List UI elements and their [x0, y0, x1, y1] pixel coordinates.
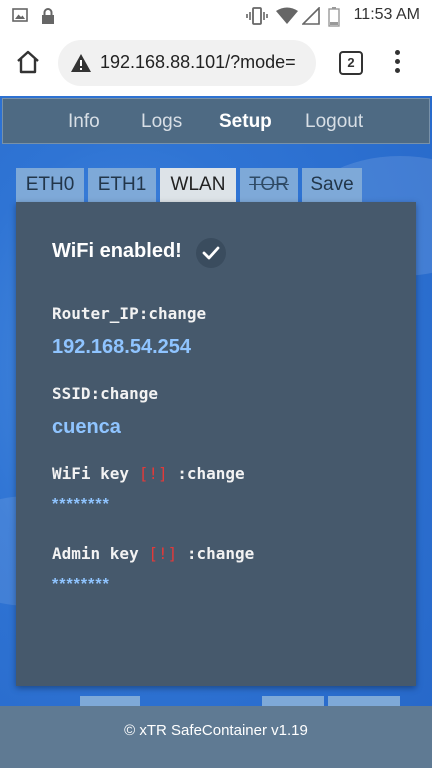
wifi-key-name: WiFi key [52, 464, 139, 483]
admin-key-warning: [!] [148, 544, 178, 563]
nav-setup[interactable]: Setup [219, 111, 272, 133]
home-icon[interactable] [14, 48, 42, 76]
admin-key-change-link[interactable]: :change [177, 544, 254, 563]
tab-eth1[interactable]: ETH1 [88, 168, 156, 202]
admin-key-name: Admin key [52, 544, 149, 563]
url-text[interactable]: 192.168.88.101/?mode= [100, 52, 310, 73]
image-icon [12, 7, 28, 28]
battery-icon [328, 7, 340, 32]
router-ip-value: 192.168.54.254 [52, 336, 192, 358]
overflow-menu-icon[interactable] [391, 50, 403, 76]
router-ip-label: Router_IP:change [52, 304, 206, 323]
save-button[interactable]: Save [302, 168, 362, 202]
ssid-value: cuenca [52, 416, 121, 438]
vibrate-icon [246, 7, 268, 30]
admin-key-label: Admin key [!] :change [52, 544, 254, 563]
tabs-icon[interactable]: 2 [339, 51, 363, 75]
ssid-change-link[interactable]: :change [91, 384, 158, 403]
status-time: 11:53 AM [353, 6, 420, 23]
wifi-key-warning: [!] [138, 464, 168, 483]
tab-wlan[interactable]: WLAN [160, 168, 236, 202]
wifi-status-title: WiFi enabled! [52, 240, 182, 262]
check-icon [196, 238, 226, 268]
lock-icon [40, 7, 56, 30]
tab-eth0[interactable]: ETH0 [16, 168, 84, 202]
wifi-key-value: ******** [52, 496, 110, 513]
nav-info[interactable]: Info [68, 111, 100, 133]
wifi-icon [276, 7, 298, 30]
warning-icon[interactable] [70, 53, 92, 78]
wifi-key-change-link[interactable]: :change [168, 464, 244, 483]
router-ip-name: Router_IP [52, 304, 139, 323]
browser-toolbar: 192.168.88.101/?mode= 2 [0, 30, 432, 96]
page-content: Info Logs Setup Logout ETH0 ETH1 WLAN TO… [0, 96, 432, 768]
wifi-key-label: WiFi key [!] :change [52, 464, 245, 483]
nav-logs[interactable]: Logs [141, 111, 182, 133]
ssid-label: SSID:change [52, 384, 158, 403]
signal-icon [301, 6, 320, 30]
main-nav: Info Logs Setup Logout [2, 98, 430, 144]
status-bar: 11:53 AM [0, 0, 432, 30]
tab-tor[interactable]: TOR [240, 168, 298, 202]
nav-logout[interactable]: Logout [305, 111, 363, 133]
admin-key-value: ******** [52, 576, 110, 593]
address-bar[interactable]: 192.168.88.101/?mode= [58, 40, 316, 86]
router-ip-change-link[interactable]: :change [139, 304, 206, 323]
footer: © xTR SafeContainer v1.19 [0, 706, 432, 768]
wlan-panel: WiFi enabled! Router_IP:change 192.168.5… [16, 202, 416, 686]
ssid-name: SSID [52, 384, 91, 403]
